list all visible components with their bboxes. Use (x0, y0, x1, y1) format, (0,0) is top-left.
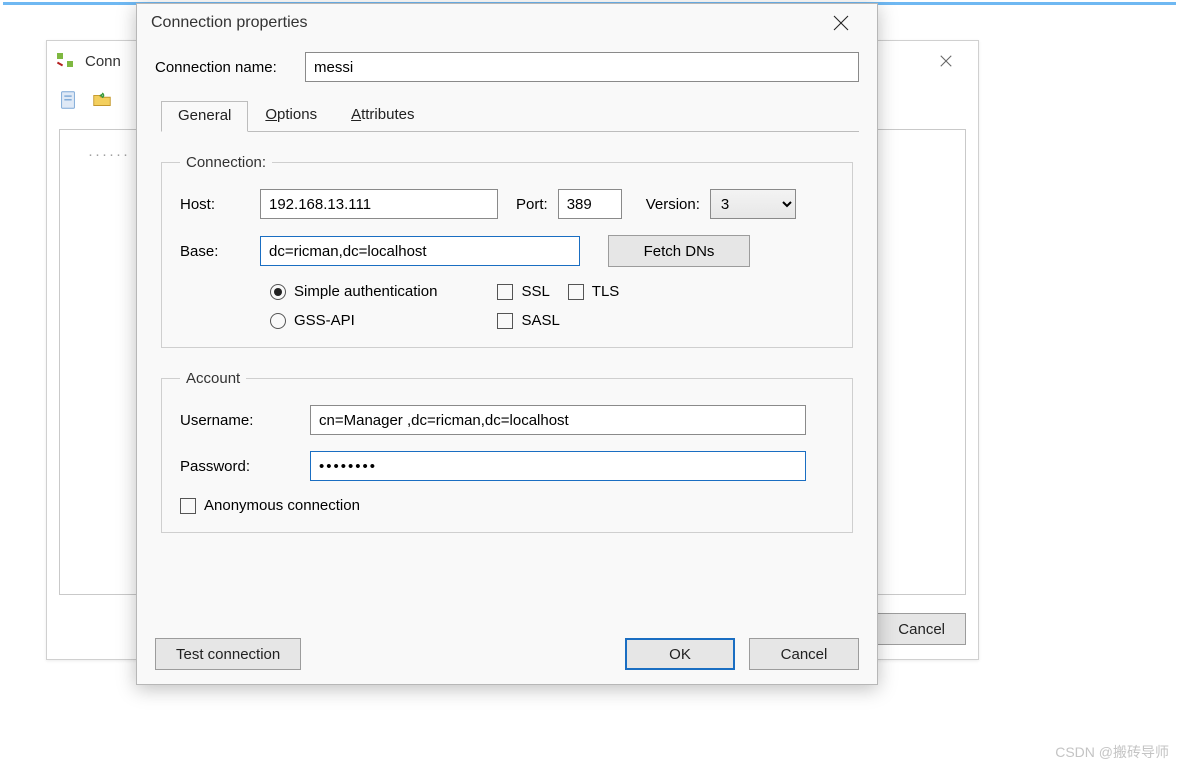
checkbox-icon (568, 284, 584, 300)
parent-cancel-button[interactable]: Cancel (877, 613, 966, 645)
port-label: Port: (516, 196, 548, 213)
simple-auth-radio[interactable]: Simple authentication (270, 283, 437, 300)
dialog-title: Connection properties (151, 14, 308, 32)
anonymous-checkbox[interactable]: Anonymous connection (180, 497, 834, 514)
version-select[interactable]: 3 (710, 189, 796, 219)
cancel-button[interactable]: Cancel (749, 638, 859, 670)
open-folder-icon[interactable] (91, 89, 113, 111)
checkbox-icon (497, 284, 513, 300)
password-input[interactable] (310, 451, 806, 481)
base-label: Base: (180, 243, 250, 260)
dialog-footer: Test connection OK Cancel (155, 638, 859, 670)
tree-dots-icon: ······ (88, 146, 130, 163)
password-row: Password: (180, 451, 834, 481)
tab-general[interactable]: General (161, 101, 248, 132)
host-port-row: Host: Port: Version: 3 (180, 189, 834, 219)
connection-name-row: Connection name: (155, 52, 859, 82)
connection-name-input[interactable] (305, 52, 859, 82)
host-label: Host: (180, 196, 250, 213)
account-group: Account Username: Password: Anonymous co… (161, 370, 853, 533)
sasl-checkbox[interactable]: SASL (497, 312, 619, 329)
ok-button[interactable]: OK (625, 638, 735, 670)
port-input[interactable] (558, 189, 622, 219)
dialog-titlebar: Connection properties (137, 4, 877, 42)
username-row: Username: (180, 405, 834, 435)
radio-unchecked-icon (270, 313, 286, 329)
gss-api-label: GSS-API (294, 312, 355, 329)
radio-checked-icon (270, 284, 286, 300)
connection-name-label: Connection name: (155, 59, 305, 76)
tab-options[interactable]: Options (248, 100, 334, 131)
sasl-label: SASL (521, 312, 559, 329)
version-label: Version: (646, 196, 700, 213)
connection-legend: Connection: (180, 154, 272, 171)
fetch-dns-button[interactable]: Fetch DNs (608, 235, 750, 267)
close-icon (833, 15, 849, 31)
connection-properties-dialog: Connection properties Connection name: G… (136, 3, 878, 685)
ssl-label: SSL (521, 283, 549, 300)
checkbox-icon (180, 498, 196, 514)
close-icon (939, 54, 953, 68)
parent-buttons: Cancel (877, 613, 966, 645)
dialog-body: Connection name: General Options Attribu… (137, 52, 877, 555)
dialog-close-button[interactable] (819, 9, 863, 37)
anonymous-label: Anonymous connection (204, 497, 360, 514)
username-label: Username: (180, 412, 300, 429)
host-input[interactable] (260, 189, 498, 219)
auth-options: Simple authentication GSS-API SSL (270, 283, 834, 329)
password-label: Password: (180, 458, 300, 475)
document-icon[interactable] (57, 89, 79, 111)
connection-group: Connection: Host: Port: Version: 3 Base:… (161, 154, 853, 348)
app-icon (57, 53, 77, 69)
account-legend: Account (180, 370, 246, 387)
test-connection-button[interactable]: Test connection (155, 638, 301, 670)
parent-title: Conn (85, 53, 121, 70)
tab-bar: General Options Attributes (161, 100, 859, 132)
username-input[interactable] (310, 405, 806, 435)
tls-checkbox[interactable]: TLS (568, 283, 620, 300)
tab-attributes[interactable]: Attributes (334, 100, 431, 131)
tls-label: TLS (592, 283, 620, 300)
gss-api-radio[interactable]: GSS-API (270, 312, 437, 329)
simple-auth-label: Simple authentication (294, 283, 437, 300)
checkbox-icon (497, 313, 513, 329)
base-row: Base: Fetch DNs (180, 235, 834, 267)
ssl-checkbox[interactable]: SSL (497, 283, 549, 300)
parent-close-button[interactable] (924, 47, 968, 75)
watermark: CSDN @搬砖导师 (1055, 742, 1169, 762)
base-input[interactable] (260, 236, 580, 266)
